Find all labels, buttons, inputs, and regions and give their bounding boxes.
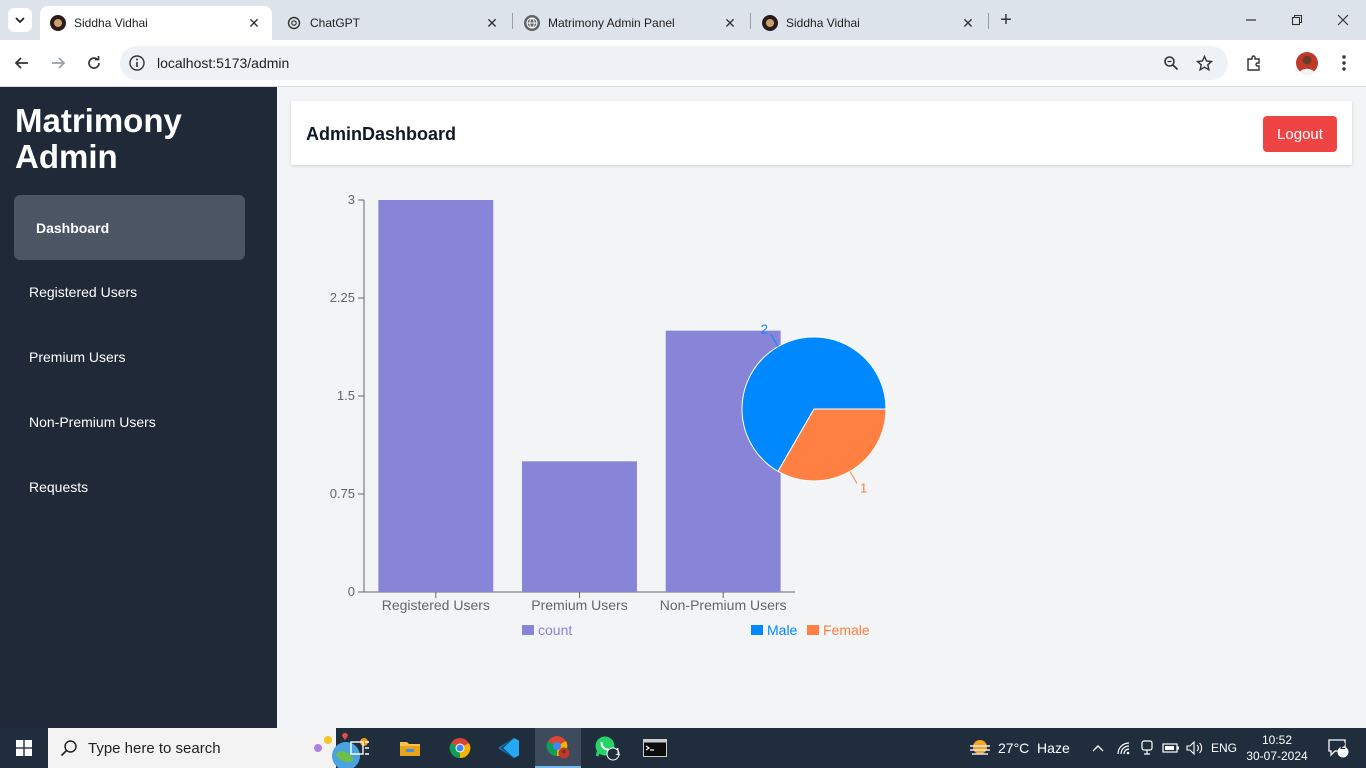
tab-search-button[interactable]: [8, 8, 32, 32]
bookmark-star-icon[interactable]: [1195, 54, 1213, 72]
y-tick-label: 0: [348, 584, 355, 599]
y-tick-label: 2.25: [330, 290, 355, 305]
chrome-profile-app-icon[interactable]: [535, 728, 581, 768]
minimize-icon[interactable]: [1228, 0, 1274, 40]
task-view-icon[interactable]: [338, 728, 382, 768]
tab-separator: [512, 13, 513, 29]
forward-arrow-icon[interactable]: [44, 49, 72, 77]
notification-center-icon[interactable]: 2: [1318, 728, 1358, 768]
windows-taskbar: Type here to search 1 27°C Haze ENG 10:5…: [0, 728, 1366, 768]
tab-title: ChatGPT: [310, 16, 361, 30]
y-tick-label: 0.75: [330, 486, 355, 501]
logout-button[interactable]: Logout: [1263, 116, 1337, 152]
x-tick-label: Registered Users: [382, 597, 490, 613]
sidebar-item-label: Registered Users: [29, 283, 138, 300]
sidebar-item-label: Dashboard: [36, 219, 110, 236]
address-bar[interactable]: localhost:5173/admin: [120, 46, 1228, 80]
search-icon: [60, 739, 78, 762]
dashboard-charts: 0 0.75 1.5 2.25 3 Registered Users Premium Use…: [330, 192, 887, 638]
browser-tab[interactable]: ChatGPT ✕: [276, 6, 510, 40]
tab-title: Siddha Vidhai: [786, 16, 860, 30]
legend-label: count: [538, 622, 572, 638]
browser-toolbar: localhost:5173/admin: [0, 40, 1366, 87]
pie-label-line: [849, 471, 858, 484]
terminal-icon[interactable]: [633, 728, 677, 768]
legend-label: Female: [823, 622, 870, 638]
clock-time: 10:52: [1261, 733, 1293, 747]
whatsapp-badge: 1: [615, 747, 621, 758]
sidebar-item-label: Premium Users: [29, 348, 126, 365]
url-text: localhost:5173/admin: [157, 55, 290, 71]
clock[interactable]: 10:52 30-07-2024: [1242, 728, 1312, 768]
sidebar-item-premium-users[interactable]: Premium Users: [14, 324, 245, 389]
sidebar-item-requests[interactable]: Requests: [14, 454, 245, 519]
siddha-favicon-icon: [762, 15, 778, 31]
notification-count: 2: [1340, 741, 1346, 752]
sidebar-item-dashboard[interactable]: Dashboard: [14, 195, 245, 260]
network-icon[interactable]: [1114, 728, 1134, 768]
taskbar-search-box[interactable]: Type here to search: [48, 728, 368, 768]
clock-date: 30-07-2024: [1246, 749, 1308, 763]
close-tab-icon[interactable]: ✕: [484, 15, 500, 31]
vscode-icon[interactable]: [487, 728, 531, 768]
openai-favicon-icon: [286, 15, 302, 31]
back-arrow-icon[interactable]: [8, 49, 36, 77]
browser-tab[interactable]: Matrimony Admin Panel ✕: [514, 6, 748, 40]
close-tab-icon[interactable]: ✕: [246, 15, 262, 31]
chrome-icon[interactable]: [438, 728, 482, 768]
sidebar-brand: Matrimony Admin: [15, 102, 182, 175]
restore-icon[interactable]: [1274, 0, 1320, 40]
pie-data-label: 2: [761, 321, 768, 336]
language-indicator[interactable]: ENG: [1208, 728, 1240, 768]
battery-icon[interactable]: [1160, 728, 1182, 768]
admin-sidebar: Matrimony Admin Dashboard Registered Use…: [0, 87, 277, 728]
weather-haze-icon[interactable]: [966, 728, 994, 768]
browser-tab[interactable]: Siddha Vidhai ✕: [752, 6, 986, 40]
siddha-favicon-icon: [50, 15, 66, 31]
legend-label: Male: [767, 622, 798, 638]
extensions-puzzle-icon[interactable]: [1243, 52, 1265, 74]
file-explorer-icon[interactable]: [388, 728, 432, 768]
browser-menu-kebab-icon[interactable]: [1333, 52, 1355, 74]
page-title: AdminDashboard: [306, 124, 457, 144]
zoom-icon[interactable]: [1162, 54, 1180, 72]
sidebar-item-registered-users[interactable]: Registered Users: [14, 259, 245, 324]
search-placeholder: Type here to search: [88, 739, 221, 757]
weather-text[interactable]: 27°C Haze: [998, 728, 1074, 768]
close-window-icon[interactable]: [1320, 0, 1366, 40]
reload-icon[interactable]: [80, 49, 108, 77]
legend-swatch: [807, 625, 819, 635]
pie-data-label: 1: [860, 481, 867, 496]
tab-title: Matrimony Admin Panel: [548, 16, 675, 30]
browser-tab-bar: Siddha Vidhai ✕ ChatGPT ✕ Matrimony Admi…: [0, 0, 1366, 40]
close-tab-icon[interactable]: ✕: [960, 15, 976, 31]
meet-now-icon[interactable]: [1137, 728, 1157, 768]
chevron-up-icon[interactable]: [1088, 728, 1108, 768]
sidebar-item-label: Non-Premium Users: [29, 413, 156, 430]
bar: [522, 461, 637, 592]
browser-tab[interactable]: Siddha Vidhai ✕: [40, 6, 272, 40]
profile-avatar-icon[interactable]: [1296, 52, 1318, 74]
bar: [378, 200, 494, 592]
new-tab-plus-icon[interactable]: +: [994, 8, 1018, 32]
whatsapp-icon[interactable]: 1: [585, 728, 629, 768]
x-tick-label: Premium Users: [531, 597, 627, 613]
y-tick-label: 3: [348, 192, 355, 207]
y-tick-label: 1.5: [337, 388, 355, 403]
x-tick-label: Non-Premium Users: [660, 597, 787, 613]
tab-separator: [988, 13, 989, 29]
dashboard-header: AdminDashboard Logout: [291, 101, 1352, 165]
globe-favicon-icon: [524, 15, 540, 31]
legend-swatch: [751, 625, 763, 635]
close-tab-icon[interactable]: ✕: [722, 15, 738, 31]
legend-swatch: [522, 625, 534, 635]
tab-separator: [750, 13, 751, 29]
sidebar-item-non-premium-users[interactable]: Non-Premium Users: [14, 389, 245, 454]
sidebar-item-label: Requests: [29, 478, 89, 495]
volume-icon[interactable]: [1184, 728, 1206, 768]
site-info-icon[interactable]: [128, 54, 146, 72]
chevron-down-icon: [15, 17, 25, 24]
tab-title: Siddha Vidhai: [74, 16, 148, 30]
windows-start-icon[interactable]: [0, 728, 48, 768]
